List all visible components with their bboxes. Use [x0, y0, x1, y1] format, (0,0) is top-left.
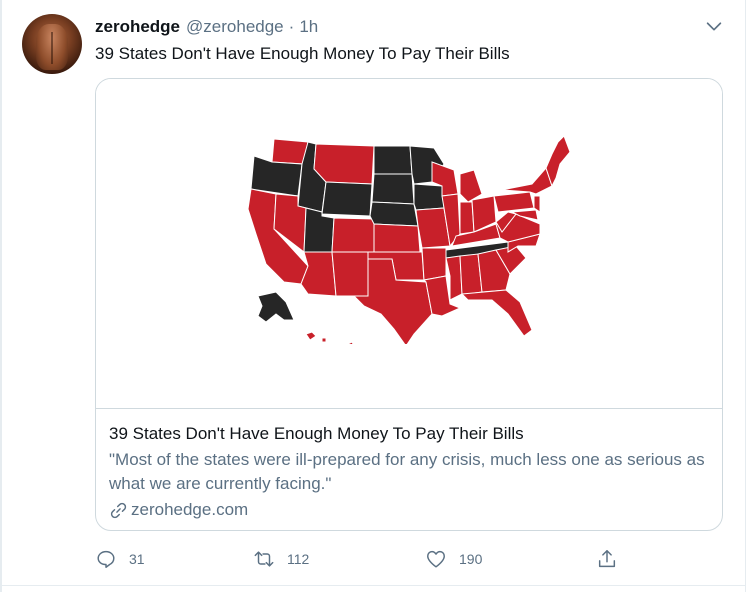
card-title: 39 States Don't Have Enough Money To Pay… [109, 424, 524, 443]
state-fl [460, 289, 533, 337]
state-ar [421, 247, 447, 281]
retweet-icon [254, 551, 274, 567]
state-az [300, 251, 337, 297]
link-card[interactable]: 39 States Don't Have Enough Money To Pay… [95, 78, 723, 531]
state-ks [373, 223, 421, 253]
tweet-divider [0, 585, 746, 586]
state-ak [257, 291, 295, 323]
state-nd [373, 145, 413, 175]
card-domain: zerohedge.com [109, 500, 248, 520]
user-handle[interactable]: @zerohedge [186, 17, 284, 37]
retweet-button[interactable]: 112 [253, 545, 309, 573]
link-icon [110, 502, 127, 518]
tweet-actions: 31 112 190 [95, 545, 725, 575]
reply-button[interactable]: 31 [95, 545, 145, 573]
state-new-england [545, 135, 571, 188]
retweet-count: 112 [287, 551, 310, 567]
separator-dot: · [288, 17, 295, 36]
timeline-border-right [745, 0, 746, 592]
reply-icon [97, 550, 115, 568]
display-name[interactable]: zerohedge [95, 17, 180, 37]
state-nm [331, 251, 369, 297]
like-count: 190 [459, 551, 483, 567]
tweet-header: zerohedge @zerohedge · 1h [95, 17, 318, 39]
state-ny [501, 167, 553, 195]
state-wy [321, 181, 373, 217]
timestamp[interactable]: 1h [299, 17, 318, 37]
state-in [459, 201, 475, 235]
state-co [331, 217, 375, 253]
state-mt [313, 143, 375, 185]
state-pa [493, 191, 535, 213]
avatar[interactable] [22, 14, 82, 74]
card-domain-text: zerohedge.com [131, 500, 249, 519]
chevron-down-icon[interactable] [703, 15, 725, 37]
share-icon [598, 550, 616, 568]
share-button[interactable] [596, 545, 618, 573]
tweet-text: 39 States Don't Have Enough Money To Pay… [95, 44, 510, 63]
card-description: "Most of the states were ill-prepared fo… [109, 450, 705, 493]
state-ia [413, 183, 445, 211]
state-hi [305, 331, 354, 344]
state-ne [369, 201, 419, 227]
card-image-us-map[interactable] [96, 79, 722, 409]
state-mi [459, 169, 483, 203]
reply-count: 31 [129, 551, 145, 567]
like-button[interactable]: 190 [425, 545, 482, 573]
state-sd [371, 173, 415, 205]
like-icon [427, 550, 445, 568]
timeline-border-left [0, 0, 2, 592]
us-states-map [247, 135, 571, 344]
